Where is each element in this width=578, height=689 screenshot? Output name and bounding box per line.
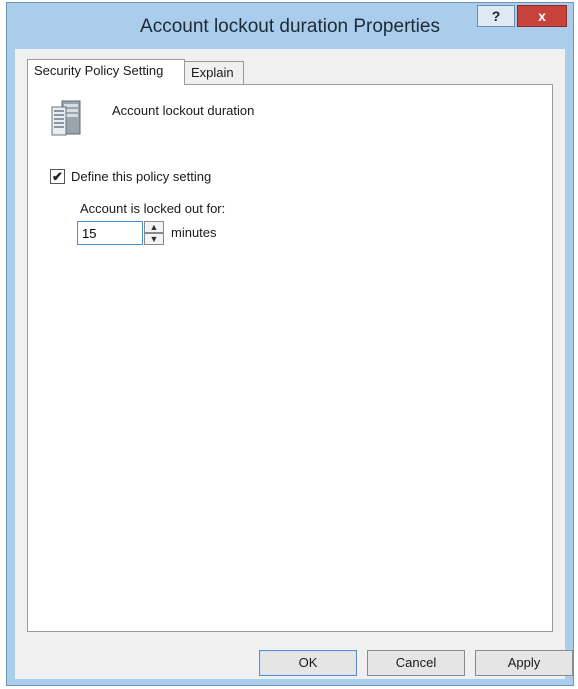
- apply-button[interactable]: Apply: [475, 650, 573, 676]
- lockout-duration-label: Account is locked out for:: [80, 201, 226, 216]
- spin-down-button[interactable]: ▼: [144, 233, 164, 245]
- unit-label: minutes: [171, 225, 217, 240]
- tab-explain[interactable]: Explain: [184, 61, 244, 85]
- title-bar[interactable]: Account lockout duration Properties ? x: [7, 3, 573, 49]
- define-policy-checkbox[interactable]: ✔: [50, 169, 65, 184]
- window-title: Account lockout duration Properties: [140, 16, 440, 37]
- server-icon: [51, 100, 81, 136]
- tab-panel: Account lockout duration ✔ Define this p…: [27, 84, 553, 632]
- spin-up-button[interactable]: ▲: [144, 221, 164, 233]
- policy-name: Account lockout duration: [112, 103, 255, 118]
- tab-security-policy-setting[interactable]: Security Policy Setting: [27, 59, 185, 85]
- define-policy-label: Define this policy setting: [71, 169, 212, 184]
- ok-button[interactable]: OK: [259, 650, 357, 676]
- dialog-window: Account lockout duration Properties ? x …: [6, 2, 574, 686]
- cancel-button[interactable]: Cancel: [367, 650, 465, 676]
- dialog-client-area: Security Policy Setting Explain Account …: [15, 49, 573, 679]
- help-button[interactable]: ?: [477, 5, 515, 27]
- close-button[interactable]: x: [517, 5, 567, 27]
- lockout-duration-input[interactable]: [77, 221, 143, 245]
